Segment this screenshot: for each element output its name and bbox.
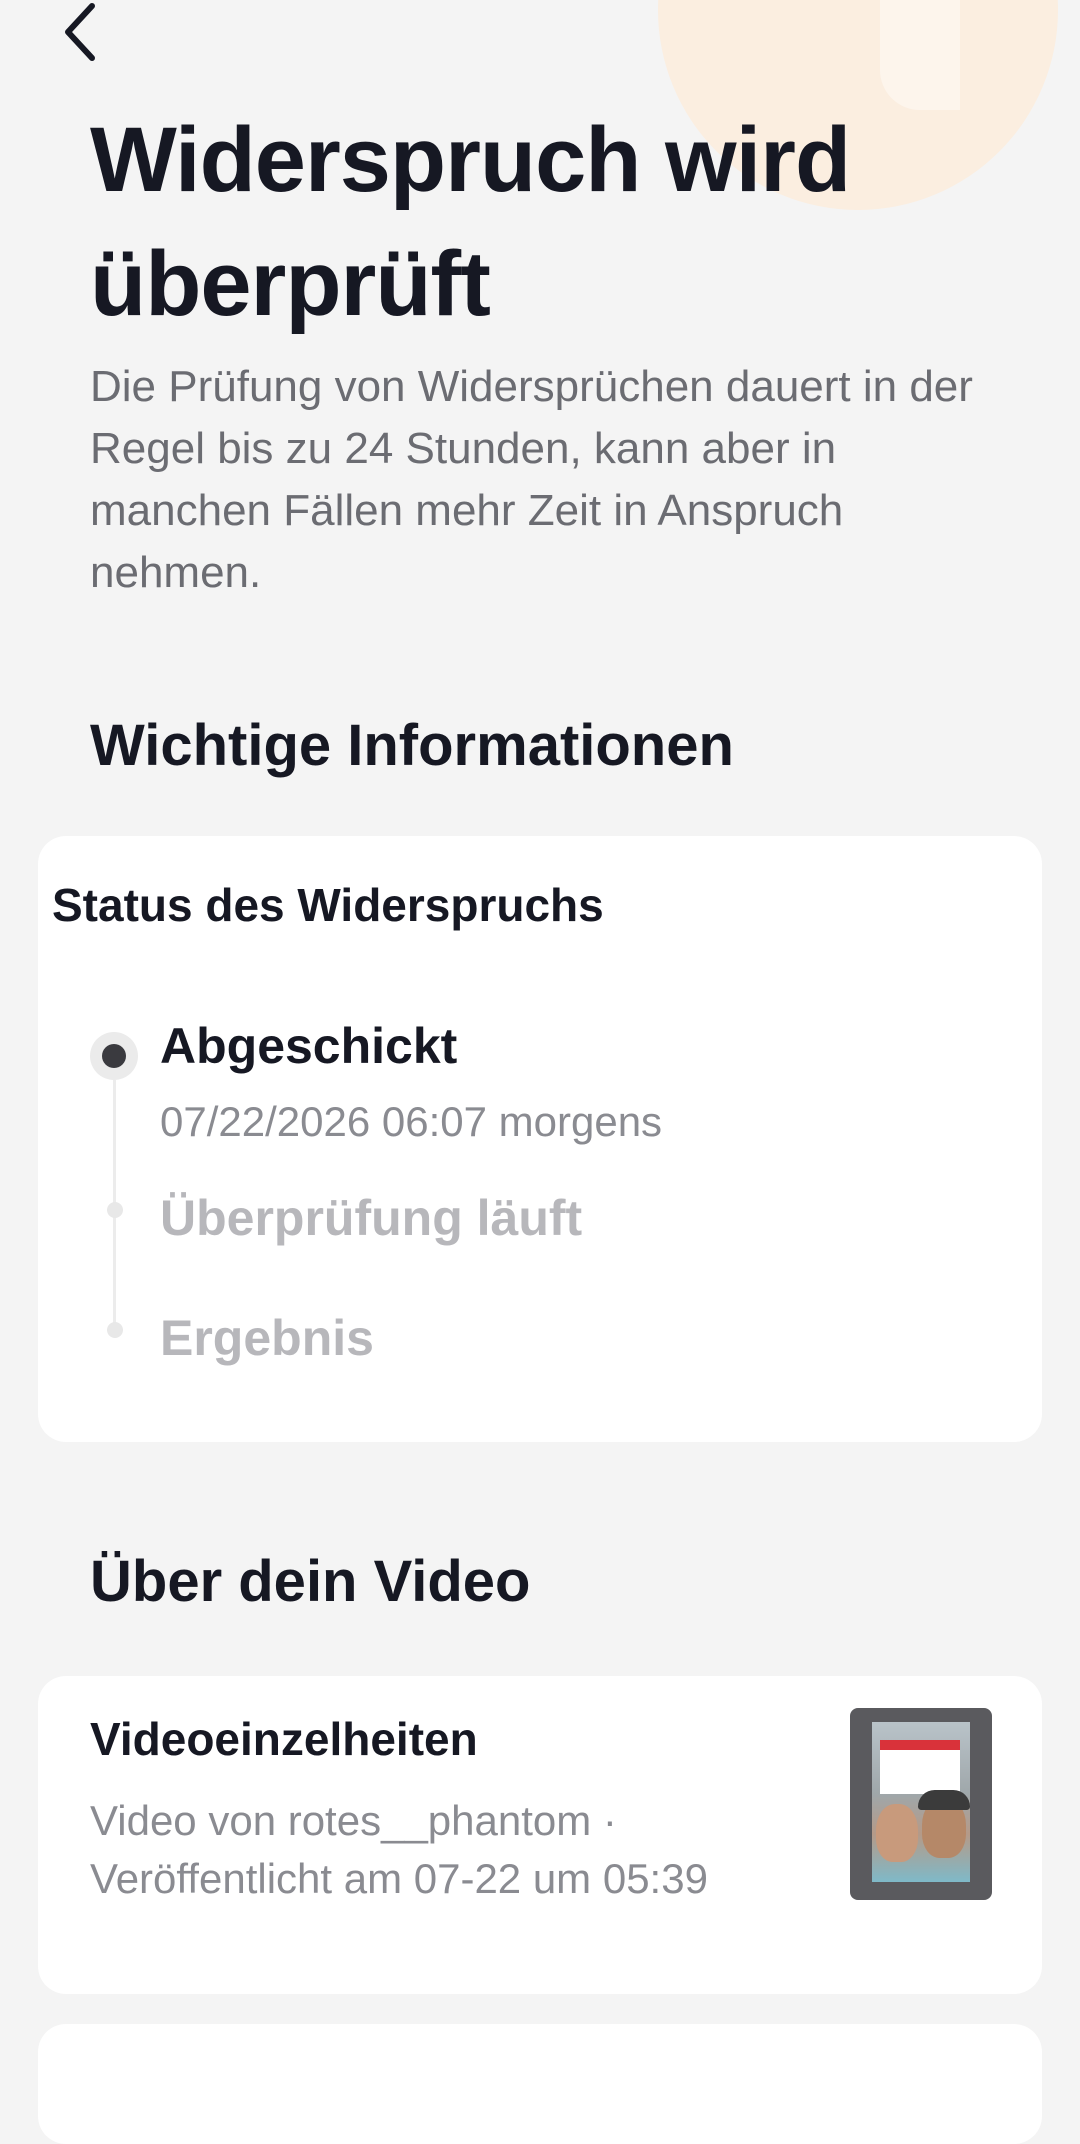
thumbnail-person-left bbox=[876, 1804, 918, 1862]
next-card bbox=[38, 2024, 1042, 2144]
step-review-label: Überprüfung läuft bbox=[160, 1190, 583, 1246]
decorative-shape bbox=[880, 0, 960, 110]
timeline-dot-review bbox=[107, 1202, 123, 1218]
section-heading-important-info: Wichtige Informationen bbox=[90, 713, 734, 778]
step-result-label: Ergebnis bbox=[160, 1310, 374, 1366]
section-heading-video: Über dein Video bbox=[90, 1549, 531, 1614]
step-submitted-time: 07/22/2026 06:07 morgens bbox=[160, 1098, 663, 1145]
page-title: Widerspruch wird überprüft bbox=[90, 109, 851, 335]
step-submitted-label: Abgeschickt bbox=[160, 1018, 458, 1074]
video-details-description: Video von rotes__phantom · Veröffentlich… bbox=[90, 1797, 708, 1902]
back-button[interactable] bbox=[50, 0, 110, 64]
video-thumbnail[interactable] bbox=[850, 1708, 992, 1900]
thumbnail-banner bbox=[880, 1740, 960, 1794]
timeline-dot-submitted bbox=[90, 1032, 138, 1080]
status-card-title: Status des Widerspruchs bbox=[52, 879, 604, 931]
page-description: Die Prüfung von Widersprüchen dauert in … bbox=[90, 362, 973, 597]
thumbnail-cap bbox=[918, 1790, 970, 1810]
chevron-left-icon bbox=[65, 3, 95, 61]
timeline-dot-result bbox=[107, 1322, 123, 1338]
video-details-title: Videoeinzelheiten bbox=[90, 1713, 478, 1765]
